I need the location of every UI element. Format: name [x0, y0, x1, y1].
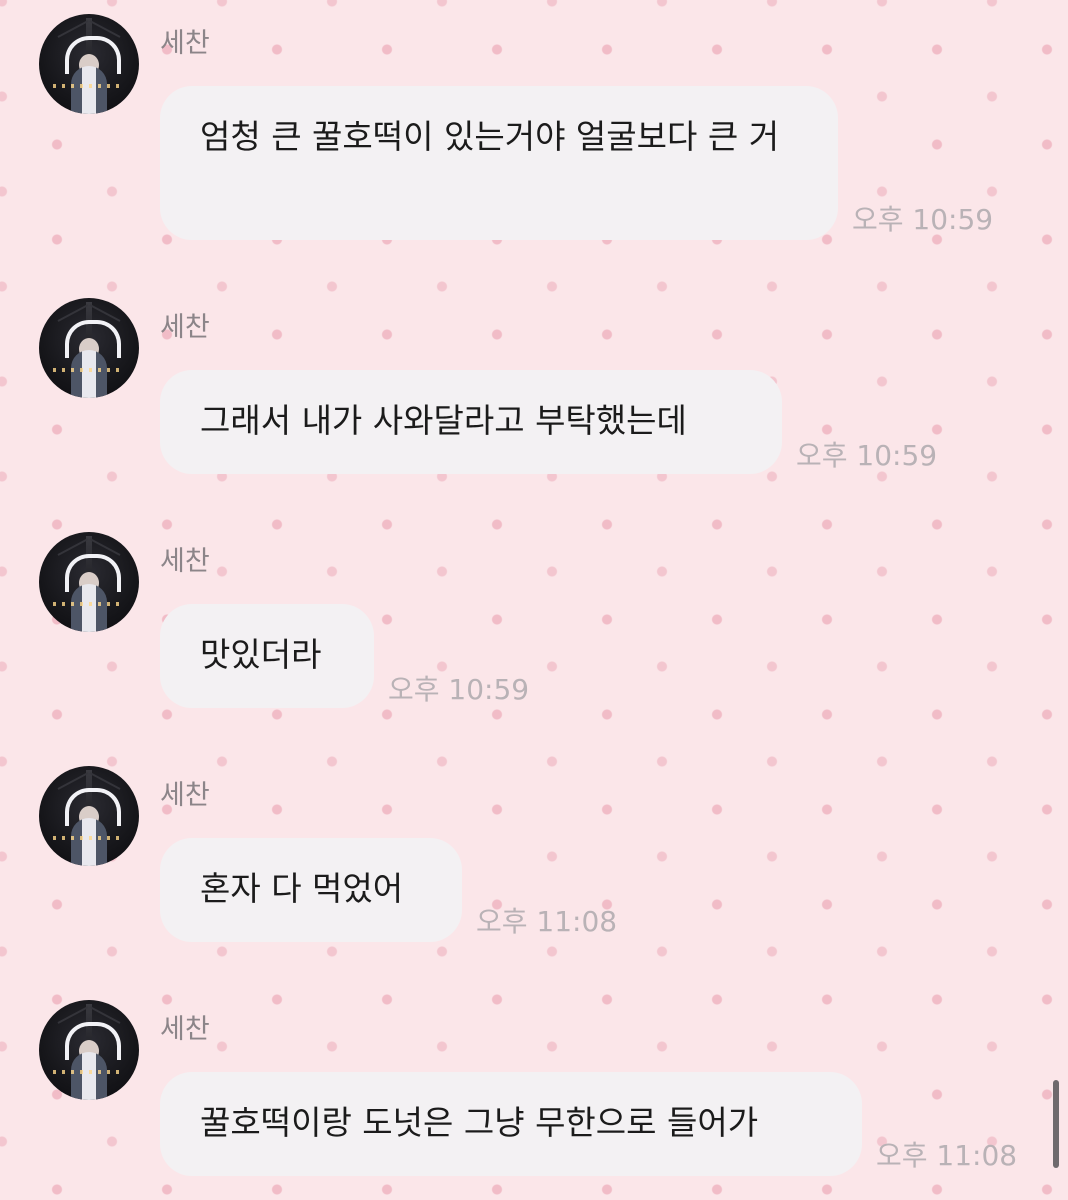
message-row: 세찬 그래서 내가 사와달라고 부탁했는데 오후 10:59	[0, 298, 1040, 474]
sender-name: 세찬	[160, 312, 210, 343]
message-bubble[interactable]: 엄청 큰 꿀호떡이 있는거야 얼굴보다 큰 거	[160, 86, 838, 240]
avatar[interactable]	[39, 298, 139, 398]
message-bubble[interactable]: 그래서 내가 사와달라고 부탁했는데	[160, 370, 782, 474]
avatar[interactable]	[39, 1000, 139, 1100]
scrollbar[interactable]	[1053, 1080, 1059, 1168]
message-row: 세찬 엄청 큰 꿀호떡이 있는거야 얼굴보다 큰 거 오후 10:59	[0, 14, 1040, 244]
sender-name: 세찬	[160, 1014, 210, 1045]
sender-name: 세찬	[160, 28, 210, 59]
sender-name: 세찬	[160, 780, 210, 811]
message-bubble[interactable]: 혼자 다 먹었어	[160, 838, 462, 942]
avatar[interactable]	[39, 532, 139, 632]
avatar[interactable]	[39, 766, 139, 866]
message-timestamp: 오후 10:59	[796, 439, 938, 472]
message-timestamp: 오후 10:59	[852, 203, 994, 236]
message-row: 세찬 맛있더라 오후 10:59	[0, 532, 1040, 708]
sender-name: 세찬	[160, 546, 210, 577]
message-row: 세찬 혼자 다 먹었어 오후 11:08	[0, 766, 1040, 942]
message-bubble[interactable]: 꿀호떡이랑 도넛은 그냥 무한으로 들어가	[160, 1072, 862, 1176]
message-bubble[interactable]: 맛있더라	[160, 604, 374, 708]
message-timestamp: 오후 11:08	[876, 1139, 1018, 1172]
chat-message-list[interactable]: 세찬 엄청 큰 꿀호떡이 있는거야 얼굴보다 큰 거 오후 10:59 세찬 그…	[0, 0, 1068, 1200]
message-timestamp: 오후 11:08	[476, 905, 618, 938]
message-timestamp: 오후 10:59	[388, 673, 530, 706]
avatar[interactable]	[39, 14, 139, 114]
message-row: 세찬 꿀호떡이랑 도넛은 그냥 무한으로 들어가 오후 11:08	[0, 1000, 1040, 1176]
